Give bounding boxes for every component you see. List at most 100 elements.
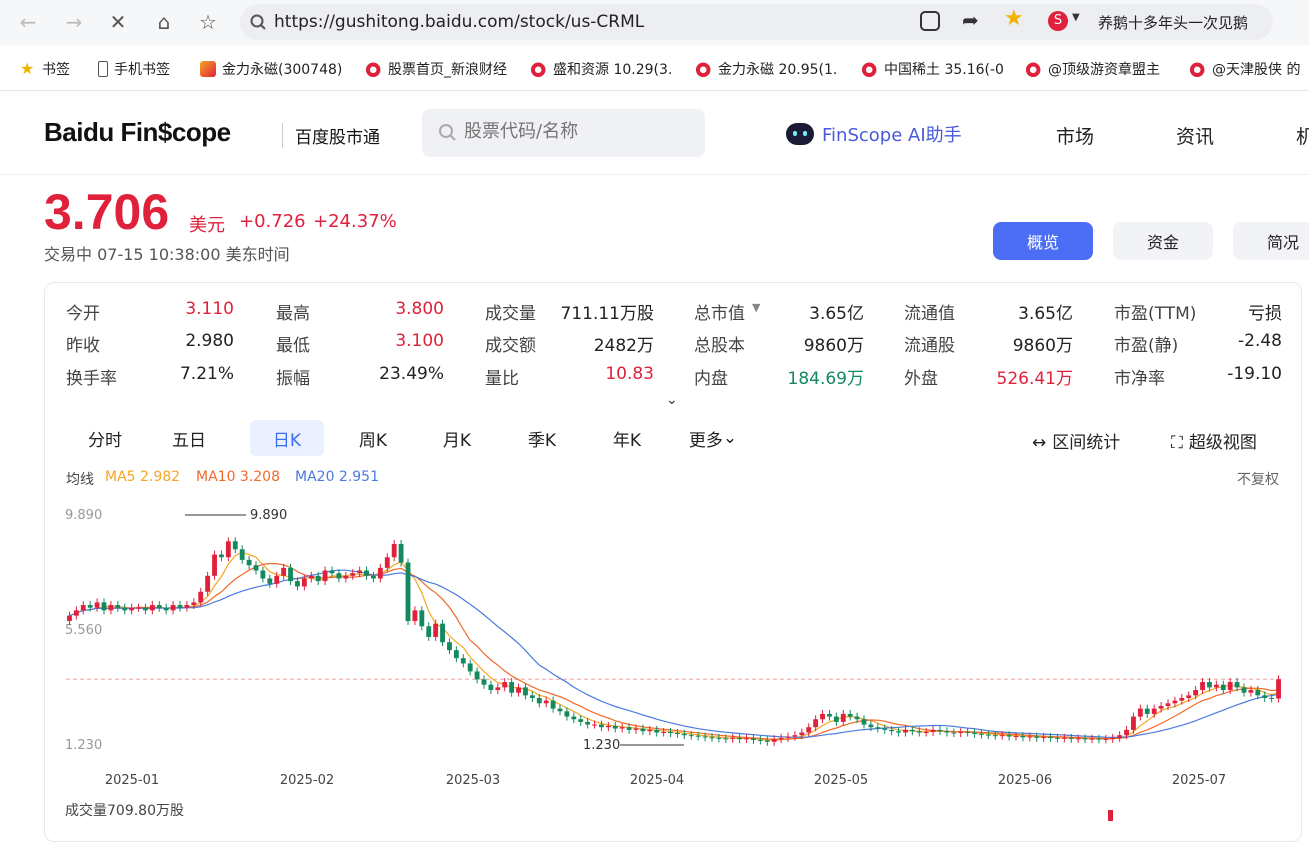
kline-tab[interactable]: 季K	[505, 420, 579, 456]
chevron-down-icon: ⌄	[722, 428, 738, 448]
weibo-icon	[696, 61, 712, 77]
expand-chevron-icon[interactable]: ⌄	[666, 392, 678, 408]
phone-icon	[98, 61, 108, 77]
search-icon	[250, 14, 266, 30]
ai-assistant-label: FinScope AI助手	[822, 125, 962, 146]
kline-tab-label: 月K	[442, 430, 472, 451]
weibo-icon	[1026, 61, 1042, 77]
current-price: 3.706	[44, 184, 170, 240]
price-unit: 美元	[189, 215, 225, 236]
star-icon: ★	[20, 59, 35, 78]
fullscreen-icon: ⛶	[1171, 433, 1183, 453]
search-engine-icon[interactable]: S	[1048, 11, 1068, 31]
site-header: Baidu Fin$cope 百度股市通 FinScope AI助手 市场 资讯…	[0, 91, 1309, 175]
nav-market[interactable]: 市场	[1056, 122, 1094, 149]
reader-icon[interactable]	[920, 11, 940, 31]
bookmark-label: 盛和资源 10.29(3.	[553, 62, 673, 78]
tab-overview[interactable]: 概览	[993, 222, 1093, 260]
stop-icon[interactable]: ✕	[104, 8, 132, 36]
stat-value: 3.100	[395, 331, 444, 351]
site-logo[interactable]: Baidu Fin$cope	[44, 117, 231, 148]
home-icon[interactable]: ⌂	[150, 8, 178, 36]
stat-value: 23.49%	[379, 364, 444, 384]
adjust-mode[interactable]: 不复权	[1237, 469, 1279, 489]
bookmark-item[interactable]: ★ 书签	[20, 59, 70, 79]
kline-tab[interactable]: 月K	[420, 420, 494, 456]
bookmarks-bar: ★ 书签 手机书签 金力永磁(300748) 股票首页_新浪财经 盛和资源 10.29(3…	[0, 45, 1309, 91]
kline-tab[interactable]: 分时	[68, 420, 142, 456]
ma-legend-title: 均线	[66, 472, 94, 488]
tab-profile[interactable]: 简况	[1233, 222, 1309, 260]
kline-tab-label: 分时	[88, 430, 122, 451]
kline-tab[interactable]: 更多 ⌄	[676, 420, 750, 456]
bookmark-label: 金力永磁 20.95(1.	[718, 62, 838, 78]
super-view-button[interactable]: ⛶ 超级视图	[1171, 428, 1257, 453]
ai-assistant-link[interactable]: FinScope AI助手	[786, 121, 962, 147]
stat-value: 3.65亿	[1018, 304, 1073, 324]
stat-value: -19.10	[1227, 364, 1282, 384]
stat-value: 7.21%	[179, 364, 234, 384]
bookmark-item[interactable]: 中国稀土 35.16(-0	[862, 59, 1004, 79]
bookmark-item[interactable]: 金力永磁(300748)	[200, 59, 342, 79]
tab-funds[interactable]: 资金	[1113, 222, 1213, 260]
forward-icon[interactable]: →	[60, 8, 88, 36]
range-stats-icon: ↔	[1032, 433, 1047, 453]
nav-more[interactable]: 机	[1296, 122, 1309, 149]
ma10-legend: MA10 3.208	[196, 469, 280, 485]
bookmark-label: 手机书签	[114, 62, 170, 78]
stat-value: 711.11万股	[560, 304, 654, 324]
weibo-icon	[366, 61, 382, 77]
site-logo-sub[interactable]: 百度股市通	[282, 123, 380, 148]
weibo-icon	[531, 61, 547, 77]
kline-tab[interactable]: 日K	[250, 420, 324, 456]
weibo-icon	[1190, 61, 1206, 77]
nav-news[interactable]: 资讯	[1176, 122, 1214, 149]
chevron-down-icon[interactable]: ▼	[1072, 12, 1080, 23]
bookmark-item[interactable]: 股票首页_新浪财经	[366, 59, 507, 79]
stat-value: 3.110	[185, 299, 234, 319]
bookmark-item[interactable]: 金力永磁 20.95(1.	[696, 59, 837, 79]
price-change: +0.726	[239, 211, 306, 232]
kline-tab[interactable]: 年K	[590, 420, 664, 456]
bookmark-label: @顶级游资章盟主	[1048, 62, 1160, 78]
price-change-pct: +24.37%	[313, 211, 397, 232]
bookmark-item[interactable]: 盛和资源 10.29(3.	[531, 59, 672, 79]
stat-value: 2.980	[185, 331, 234, 351]
favorite-star-icon[interactable]: ★	[1004, 6, 1024, 31]
kline-tab[interactable]: 五日	[152, 420, 226, 456]
robot-icon	[786, 123, 814, 145]
stat-value: 3.65亿	[809, 304, 864, 324]
browser-toolbar: ← → ✕ ⌂ ☆ https://gushitong.baidu.com/st…	[0, 0, 1309, 45]
bookmark-item[interactable]: @天津股侠 的	[1190, 59, 1300, 79]
kline-tab-label: 周K	[358, 430, 388, 451]
weibo-icon	[862, 61, 878, 77]
search-input[interactable]	[464, 121, 694, 142]
kline-tab-label: 更多	[688, 430, 723, 451]
share-icon[interactable]: ➦	[962, 8, 979, 32]
back-icon[interactable]: ←	[14, 8, 42, 36]
bookmark-item[interactable]: @顶级游资章盟主	[1026, 59, 1160, 79]
search-engine-suggest[interactable]: 养鹅十多年头一次见鹅	[1098, 12, 1268, 33]
stat-value: 184.69万	[787, 369, 864, 389]
kline-tab-label: 日K	[272, 430, 302, 451]
stock-search-box[interactable]	[422, 109, 705, 157]
url-text[interactable]: https://gushitong.baidu.com/stock/us-CRM…	[274, 12, 644, 32]
range-stats-button[interactable]: ↔ 区间统计	[1032, 428, 1120, 453]
stat-value: 9860万	[1012, 336, 1073, 356]
stat-value: 526.41万	[996, 369, 1073, 389]
ma5-legend: MA5 2.982	[105, 469, 181, 485]
search-icon	[439, 124, 456, 141]
bookmark-label: @天津股侠 的	[1212, 62, 1301, 78]
address-bar[interactable]: https://gushitong.baidu.com/stock/us-CRM…	[240, 4, 1273, 40]
kline-tab-label: 季K	[527, 430, 557, 451]
kline-tab[interactable]: 周K	[336, 420, 410, 456]
trading-status: 交易中 07-15 10:38:00 美东时间	[44, 245, 290, 264]
stat-value: -2.48	[1238, 331, 1282, 351]
stat-value: 亏损	[1248, 304, 1282, 324]
stat-value: 10.83	[605, 364, 654, 384]
bookmark-item[interactable]: 手机书签	[98, 59, 170, 79]
bookmark-star-icon[interactable]: ☆	[194, 8, 222, 36]
bookmark-label: 书签	[42, 62, 70, 78]
bookmark-label: 金力永磁(300748)	[222, 62, 343, 78]
bookmark-label: 股票首页_新浪财经	[388, 62, 507, 78]
